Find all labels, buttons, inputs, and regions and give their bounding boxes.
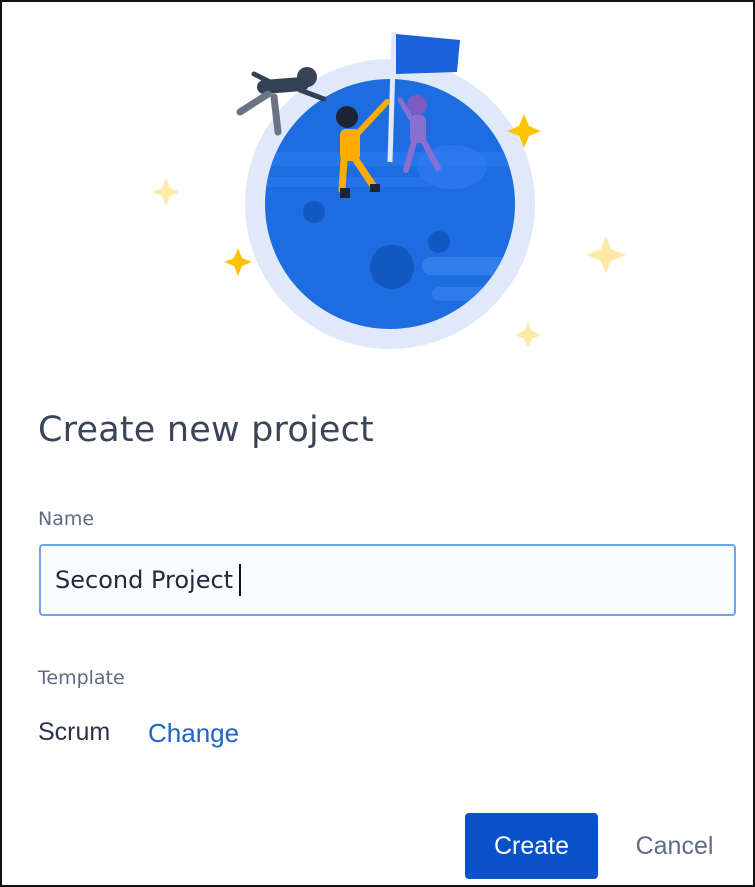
- crater-icon: [370, 245, 414, 289]
- sparkle-icon: [515, 322, 541, 348]
- cancel-button[interactable]: Cancel: [612, 813, 737, 879]
- template-value: Scrum: [38, 718, 111, 746]
- project-name-input[interactable]: Second Project: [39, 544, 736, 616]
- template-label: Template: [38, 667, 125, 689]
- planet-flag-illustration: [152, 31, 626, 349]
- project-name-value[interactable]: Second Project: [55, 566, 233, 594]
- sparkle-icon: [586, 236, 626, 274]
- create-button[interactable]: Create: [465, 813, 598, 879]
- crater-icon: [303, 201, 325, 223]
- sparkle-icon: [152, 178, 180, 206]
- flag-icon: [396, 34, 460, 74]
- create-project-dialog: Create new project Name Second Project T…: [0, 0, 755, 887]
- change-template-link[interactable]: Change: [148, 718, 239, 749]
- page-title: Create new project: [38, 410, 374, 450]
- sparkle-icon: [224, 248, 252, 276]
- crater-icon: [428, 231, 450, 253]
- text-caret: [239, 564, 242, 596]
- name-label: Name: [38, 508, 95, 530]
